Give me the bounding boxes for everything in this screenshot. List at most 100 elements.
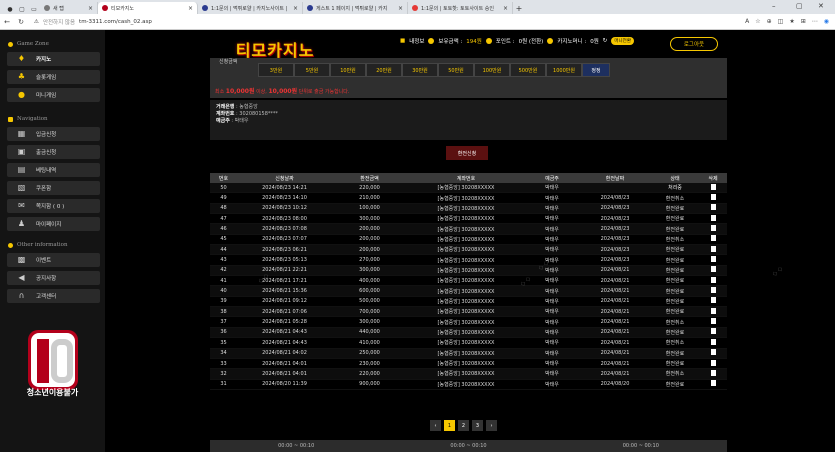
tab-close-icon[interactable]: × bbox=[398, 5, 403, 12]
browser-tab[interactable]: 새 탭 × bbox=[40, 2, 98, 14]
amount-reset-button[interactable]: 정정 bbox=[582, 63, 610, 77]
sidebar-item-label: 이벤트 bbox=[36, 258, 52, 264]
delete-checkbox[interactable] bbox=[710, 276, 716, 283]
table-row: 37 2024/08/21 05:28 300,000 [농협중앙] 30208XXX… bbox=[210, 317, 727, 328]
favorite-star-icon[interactable]: ☆ bbox=[755, 18, 760, 25]
amount-button[interactable]: 5만원 bbox=[294, 63, 330, 77]
prev-page-button[interactable]: ‹ bbox=[430, 420, 441, 431]
collections-icon[interactable]: ⊞ bbox=[801, 18, 806, 25]
delete-checkbox[interactable] bbox=[710, 338, 716, 345]
back-icon[interactable]: ← bbox=[0, 18, 14, 26]
workspaces-icon[interactable]: ▢ bbox=[16, 4, 28, 14]
amount-button[interactable]: 1000만원 bbox=[546, 63, 582, 77]
new-tab-button[interactable]: + bbox=[513, 2, 525, 14]
tab-close-icon[interactable]: × bbox=[88, 5, 93, 12]
tab-close-icon[interactable]: × bbox=[293, 5, 298, 12]
split-screen-icon[interactable]: ◫ bbox=[778, 18, 784, 25]
tab-actions-icon[interactable]: ▭ bbox=[28, 4, 40, 14]
amount-button[interactable]: 30만원 bbox=[402, 63, 438, 77]
sidebar-item[interactable]: ♦ 카지노 bbox=[7, 52, 100, 66]
delete-checkbox[interactable] bbox=[710, 245, 716, 252]
delete-checkbox[interactable] bbox=[710, 369, 716, 376]
delete-checkbox[interactable] bbox=[710, 256, 716, 263]
delete-checkbox[interactable] bbox=[710, 287, 716, 294]
amount-button[interactable]: 3만원 bbox=[258, 63, 294, 77]
reload-icon[interactable]: ↻ bbox=[14, 18, 28, 26]
url-field[interactable]: ⚠ 안전하지 않음 tm-3311.com/cash_02.asp bbox=[34, 18, 745, 26]
account-summary: ■ 내정보 보유금액 : 194원 포인트 : 0원 (전환) 카지노머니 : … bbox=[400, 37, 634, 45]
browser-tab[interactable]: 게스트 1 페이지 | 먹튀로얄 | 카지 × bbox=[303, 2, 408, 14]
url-text: tm-3311.com/cash_02.asp bbox=[79, 18, 152, 25]
sidebar-item[interactable]: ▦ 입금신청 bbox=[7, 127, 100, 141]
table-cell: [농협중앙] 30208XXXXX bbox=[437, 350, 495, 357]
tab-close-icon[interactable]: × bbox=[503, 5, 508, 12]
delete-checkbox[interactable] bbox=[710, 349, 716, 356]
sidebar-item[interactable]: ∩ 고객센터 bbox=[7, 289, 100, 303]
delete-checkbox[interactable] bbox=[710, 194, 716, 201]
amount-button[interactable]: 50만원 bbox=[438, 63, 474, 77]
sidebar-item[interactable]: ✉ 쪽지함 ( 0 ) bbox=[7, 199, 100, 213]
sidebar-item[interactable]: ▣ 출금신청 bbox=[7, 145, 100, 159]
sidebar-item[interactable]: ♟ 마이페이지 bbox=[7, 217, 100, 231]
page-button[interactable]: 2 bbox=[458, 420, 469, 431]
point-value[interactable]: 0원 (전환) bbox=[519, 37, 544, 45]
withdraw-apply-button[interactable]: 환전신청 bbox=[446, 146, 488, 160]
tab-close-icon[interactable]: × bbox=[188, 5, 193, 12]
delete-checkbox[interactable] bbox=[710, 235, 716, 242]
sidebar-item[interactable]: ♣ 슬롯게임 bbox=[7, 70, 100, 84]
minimize-icon[interactable]: – bbox=[772, 0, 776, 12]
sidebar-item[interactable]: ◀ 공지사항 bbox=[7, 271, 100, 285]
browser-tab[interactable]: 티모카지노 × bbox=[98, 2, 198, 14]
sidebar-item[interactable]: ▤ 베팅내역 bbox=[7, 163, 100, 177]
delete-checkbox[interactable] bbox=[710, 297, 716, 304]
table-cell: [농협중앙] 30208XXXXX bbox=[437, 361, 495, 368]
table-row: 31 2024/08/20 11:39 900,000 [농협중앙] 30208XXX… bbox=[210, 380, 727, 390]
delete-checkbox[interactable] bbox=[710, 266, 716, 273]
table-cell: 440,000 bbox=[359, 329, 380, 336]
delete-checkbox[interactable] bbox=[710, 183, 716, 190]
refresh-icon[interactable]: ↻ bbox=[603, 38, 608, 44]
amount-button[interactable]: 100만원 bbox=[474, 63, 510, 77]
table-cell: 2024/08/21 05:28 bbox=[262, 319, 307, 326]
next-page-button[interactable]: › bbox=[486, 420, 497, 431]
page-button[interactable]: 3 bbox=[472, 420, 483, 431]
my-info-link[interactable]: 내정보 bbox=[409, 37, 424, 45]
delete-checkbox[interactable] bbox=[710, 225, 716, 232]
extensions-icon[interactable]: ⊕ bbox=[767, 18, 772, 25]
table-row: 40 2024/08/21 15:36 600,000 [농협중앙] 30208XXX… bbox=[210, 286, 727, 297]
delete-cell bbox=[699, 338, 727, 347]
more-icon[interactable]: ⋯ bbox=[812, 18, 818, 25]
browser-tab[interactable]: 1:1문의 | 먹튀로얄 | 카지노사이트 | × bbox=[198, 2, 303, 14]
delete-checkbox[interactable] bbox=[710, 204, 716, 211]
copilot-icon[interactable]: ◉ bbox=[824, 18, 829, 25]
page-button[interactable]: 1 bbox=[444, 420, 455, 431]
table-cell: 2024/08/21 07:06 bbox=[262, 308, 307, 315]
favorites-icon[interactable]: ★ bbox=[789, 18, 794, 25]
table-cell: 44 bbox=[220, 246, 227, 253]
sidebar-item[interactable]: ▩ 이벤트 bbox=[7, 253, 100, 267]
close-window-icon[interactable]: ✕ bbox=[818, 0, 824, 12]
maximize-icon[interactable]: ▢ bbox=[796, 0, 803, 12]
profile-icon[interactable]: ● bbox=[4, 4, 16, 14]
amount-button[interactable]: 500만원 bbox=[510, 63, 546, 77]
delete-checkbox[interactable] bbox=[710, 307, 716, 314]
sidebar-item[interactable]: ▧ 쿠폰함 bbox=[7, 181, 100, 195]
table-cell: 40 bbox=[220, 288, 227, 295]
delete-checkbox[interactable] bbox=[710, 380, 716, 387]
money-convert-button[interactable]: 머니전환 bbox=[611, 37, 634, 45]
sidebar-item[interactable]: ● 미니게임 bbox=[7, 88, 100, 102]
delete-checkbox[interactable] bbox=[710, 318, 716, 325]
column-header: 상태 bbox=[670, 175, 680, 182]
table-cell: 환전완료 bbox=[665, 350, 685, 357]
delete-checkbox[interactable] bbox=[710, 214, 716, 221]
table-cell: 환전완료 bbox=[665, 216, 685, 223]
delete-checkbox[interactable] bbox=[710, 328, 716, 335]
read-aloud-icon[interactable]: A bbox=[745, 18, 749, 25]
amount-button[interactable]: 20만원 bbox=[366, 63, 402, 77]
delete-checkbox[interactable] bbox=[710, 359, 716, 366]
browser-tab[interactable]: 1:1문의 | 토토핫: 토토사이트 승인 × bbox=[408, 2, 513, 14]
table-cell: 2024/08/21 bbox=[600, 319, 630, 326]
table-cell: 200,000 bbox=[359, 236, 380, 243]
amount-button[interactable]: 10만원 bbox=[330, 63, 366, 77]
logout-button[interactable]: 로그아웃 bbox=[670, 37, 718, 51]
